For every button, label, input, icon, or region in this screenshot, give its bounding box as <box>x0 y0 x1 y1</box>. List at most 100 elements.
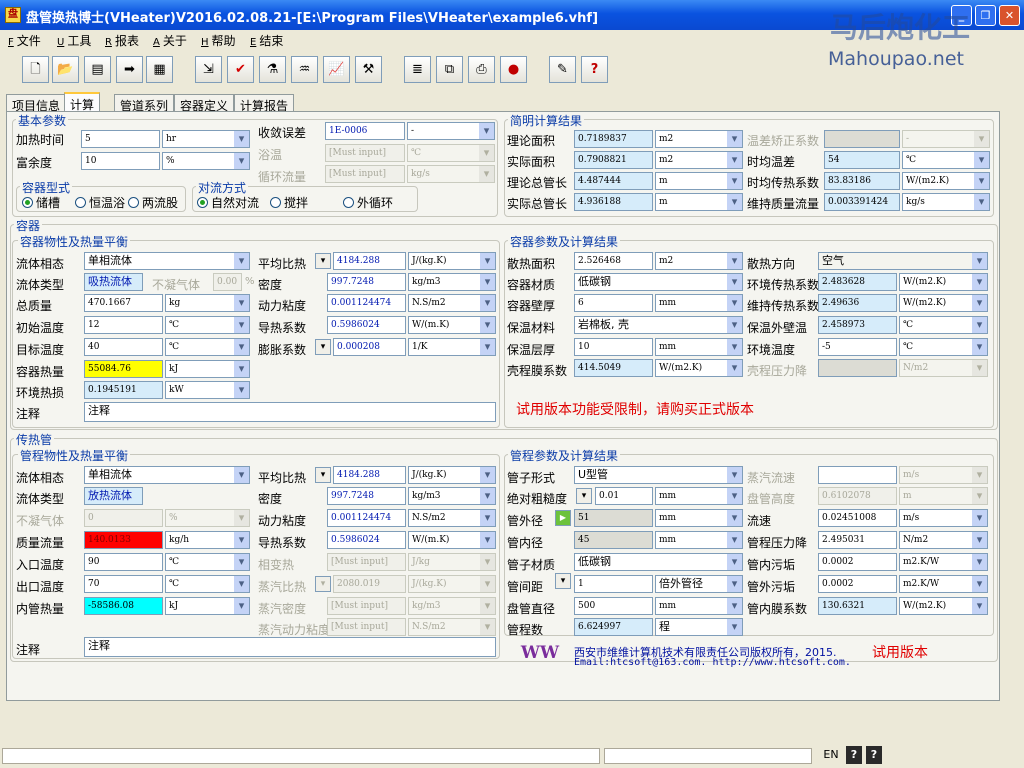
steam-cp-dropdown-button[interactable]: ▾ <box>315 576 331 592</box>
table-icon[interactable]: ▦ <box>146 56 173 83</box>
coil-diameter-input[interactable]: 500 <box>574 597 653 615</box>
tube-id-input[interactable]: 45 <box>574 531 653 549</box>
convection-natural-radio[interactable]: 自然对流 <box>197 194 259 211</box>
vessel-init-temp-input[interactable]: 12 <box>84 316 163 334</box>
margin-unit-select[interactable]: % <box>162 152 250 170</box>
tube-od-unit-select[interactable]: mm <box>655 509 743 527</box>
menu-about[interactable]: A 关于 <box>153 32 187 49</box>
vessel-phase-select[interactable]: 单相流体 <box>84 252 250 270</box>
tube-turns-unit-select[interactable]: 程 <box>655 618 743 636</box>
print-icon[interactable]: ⎙ <box>468 56 495 83</box>
tube-pitch-input[interactable]: 1 <box>574 575 653 593</box>
import-icon[interactable]: ⇲ <box>195 56 222 83</box>
vessel-heat-unit-select[interactable]: kJ <box>165 360 250 378</box>
play-icon[interactable]: ▶ <box>555 510 571 526</box>
out-fouling-unit-select[interactable]: m2.K/W <box>899 575 988 593</box>
circ-flow-input[interactable]: [Must input] <box>325 165 405 183</box>
tube-velocity-unit-select[interactable]: m/s <box>899 509 988 527</box>
out-wall-temp-unit-select[interactable]: ℃ <box>899 316 988 334</box>
tube-material-select[interactable]: 低碳钢 <box>574 553 743 571</box>
chart-icon[interactable]: 📈 <box>323 56 350 83</box>
help-icon[interactable]: ? <box>581 56 608 83</box>
env-temp-unit-select[interactable]: ℃ <box>899 338 988 356</box>
tube-noncond-input[interactable]: 0 <box>84 509 163 527</box>
tube-cp-input[interactable]: 4184.288 <box>333 466 406 484</box>
save-icon[interactable]: ▤ <box>84 56 111 83</box>
bath-temp-unit-select[interactable]: ℃ <box>407 144 495 162</box>
tube-noncond-unit-select[interactable]: % <box>165 509 250 527</box>
vessel-cp-dropdown-button[interactable]: ▾ <box>315 253 331 269</box>
steam-visc-unit-select[interactable]: N.S/m2 <box>408 618 496 636</box>
steam-visc-input[interactable]: [Must input] <box>327 618 406 636</box>
circ-flow-unit-select[interactable]: kg/s <box>407 165 495 183</box>
coil-height-unit-select[interactable]: m <box>899 487 988 505</box>
out-fouling-input[interactable]: 0.0002 <box>818 575 897 593</box>
steam-cp-unit-select[interactable]: J/(kg.K) <box>408 575 496 593</box>
vessel-icon[interactable]: ⚗ <box>259 56 286 83</box>
vessel-insul-thk-unit-select[interactable]: mm <box>655 338 743 356</box>
menu-file[interactable]: F 文件 <box>8 32 41 49</box>
vessel-type-two-stream-radio[interactable]: 两流股 <box>128 194 178 211</box>
vessel-expansion-input[interactable]: 0.000208 <box>333 338 406 356</box>
edit-icon[interactable]: ✎ <box>549 56 576 83</box>
context-help-icon[interactable]: ? <box>866 746 882 764</box>
vessel-density-input[interactable]: 997.7248 <box>327 273 406 291</box>
shell-dp-unit-select[interactable]: N/m2 <box>899 359 988 377</box>
heat-time-input[interactable]: 5 <box>81 130 160 148</box>
export-icon[interactable]: ➡ <box>116 56 143 83</box>
tube-out-temp-unit-select[interactable]: ℃ <box>165 575 250 593</box>
vessel-wall-input[interactable]: 6 <box>574 294 653 312</box>
new-file-icon[interactable]: 🗋 <box>22 56 49 83</box>
vessel-noncond-input[interactable]: 0.00 <box>213 273 242 291</box>
tube-fluid-type-value[interactable]: 放热流体 <box>84 487 143 505</box>
tube-conductivity-unit-select[interactable]: W/(m.K) <box>408 531 496 549</box>
vessel-cp-unit-select[interactable]: J/(kg.K) <box>408 252 496 270</box>
lmtd-correction-unit-select[interactable]: - <box>902 130 990 148</box>
tube-rough-unit-select[interactable]: mm <box>655 487 743 505</box>
tolerance-unit-select[interactable]: - <box>407 122 495 140</box>
record-icon[interactable]: ● <box>500 56 527 83</box>
vessel-area-unit-select[interactable]: m2 <box>655 252 743 270</box>
vessel-material-select[interactable]: 低碳钢 <box>574 273 743 291</box>
steam-flow-unit-select[interactable]: m/s <box>899 466 988 484</box>
bath-temp-input[interactable]: [Must input] <box>325 144 405 162</box>
vessel-insul-thk-input[interactable]: 10 <box>574 338 653 356</box>
vessel-mass-unit-select[interactable]: kg <box>165 294 250 312</box>
vessel-density-unit-select[interactable]: kg/m3 <box>408 273 496 291</box>
open-folder-icon[interactable]: 📂 <box>52 56 79 83</box>
vessel-fluid-type-value[interactable]: 吸热流体 <box>84 273 143 291</box>
tube-form-select[interactable]: U型管 <box>574 466 743 484</box>
steam-density-input[interactable]: [Must input] <box>327 597 406 615</box>
report-icon[interactable]: ≣ <box>404 56 431 83</box>
vessel-conductivity-unit-select[interactable]: W/(m.K) <box>408 316 496 334</box>
tube-out-temp-input[interactable]: 70 <box>84 575 163 593</box>
tube-in-temp-unit-select[interactable]: ℃ <box>165 553 250 571</box>
vessel-target-temp-input[interactable]: 40 <box>84 338 163 356</box>
tube-pitch-dropdown-button[interactable]: ▾ <box>555 573 571 589</box>
convection-stir-radio[interactable]: 搅拌 <box>270 194 308 211</box>
language-indicator[interactable]: EN <box>818 746 844 764</box>
shell-coef-unit-select[interactable]: W/(m2.K) <box>655 359 743 377</box>
check-icon[interactable]: ✔ <box>227 56 254 83</box>
actual-area-unit-select[interactable]: m2 <box>655 151 743 169</box>
env-coef-unit-select[interactable]: W/(m2.K) <box>899 273 988 291</box>
tube-dp-unit-select[interactable]: N/m2 <box>899 531 988 549</box>
tube-viscosity-unit-select[interactable]: N.S/m2 <box>408 509 496 527</box>
tools-icon[interactable]: ⚒ <box>355 56 382 83</box>
tube-phase-select[interactable]: 单相流体 <box>84 466 250 484</box>
vessel-note-input[interactable]: 注释 <box>84 402 496 422</box>
keep-mass-flow-unit-select[interactable]: kg/s <box>902 193 990 211</box>
coil-diameter-unit-select[interactable]: mm <box>655 597 743 615</box>
copy-report-icon[interactable]: ⧉ <box>436 56 463 83</box>
tube-latent-input[interactable]: [Must input] <box>327 553 406 571</box>
tube-rough-dropdown-button[interactable]: ▾ <box>576 488 592 504</box>
tube-id-unit-select[interactable]: mm <box>655 531 743 549</box>
convection-external-radio[interactable]: 外循环 <box>343 194 393 211</box>
vessel-expansion-dropdown-button[interactable]: ▾ <box>315 339 331 355</box>
vessel-wall-unit-select[interactable]: mm <box>655 294 743 312</box>
menu-exit[interactable]: E 结束 <box>250 32 283 49</box>
tube-od-input[interactable]: 51 <box>574 509 653 527</box>
tube-flow-unit-select[interactable]: kg/h <box>165 531 250 549</box>
tube-rough-input[interactable]: 0.01 <box>595 487 653 505</box>
mean-temp-diff-unit-select[interactable]: ℃ <box>902 151 990 169</box>
